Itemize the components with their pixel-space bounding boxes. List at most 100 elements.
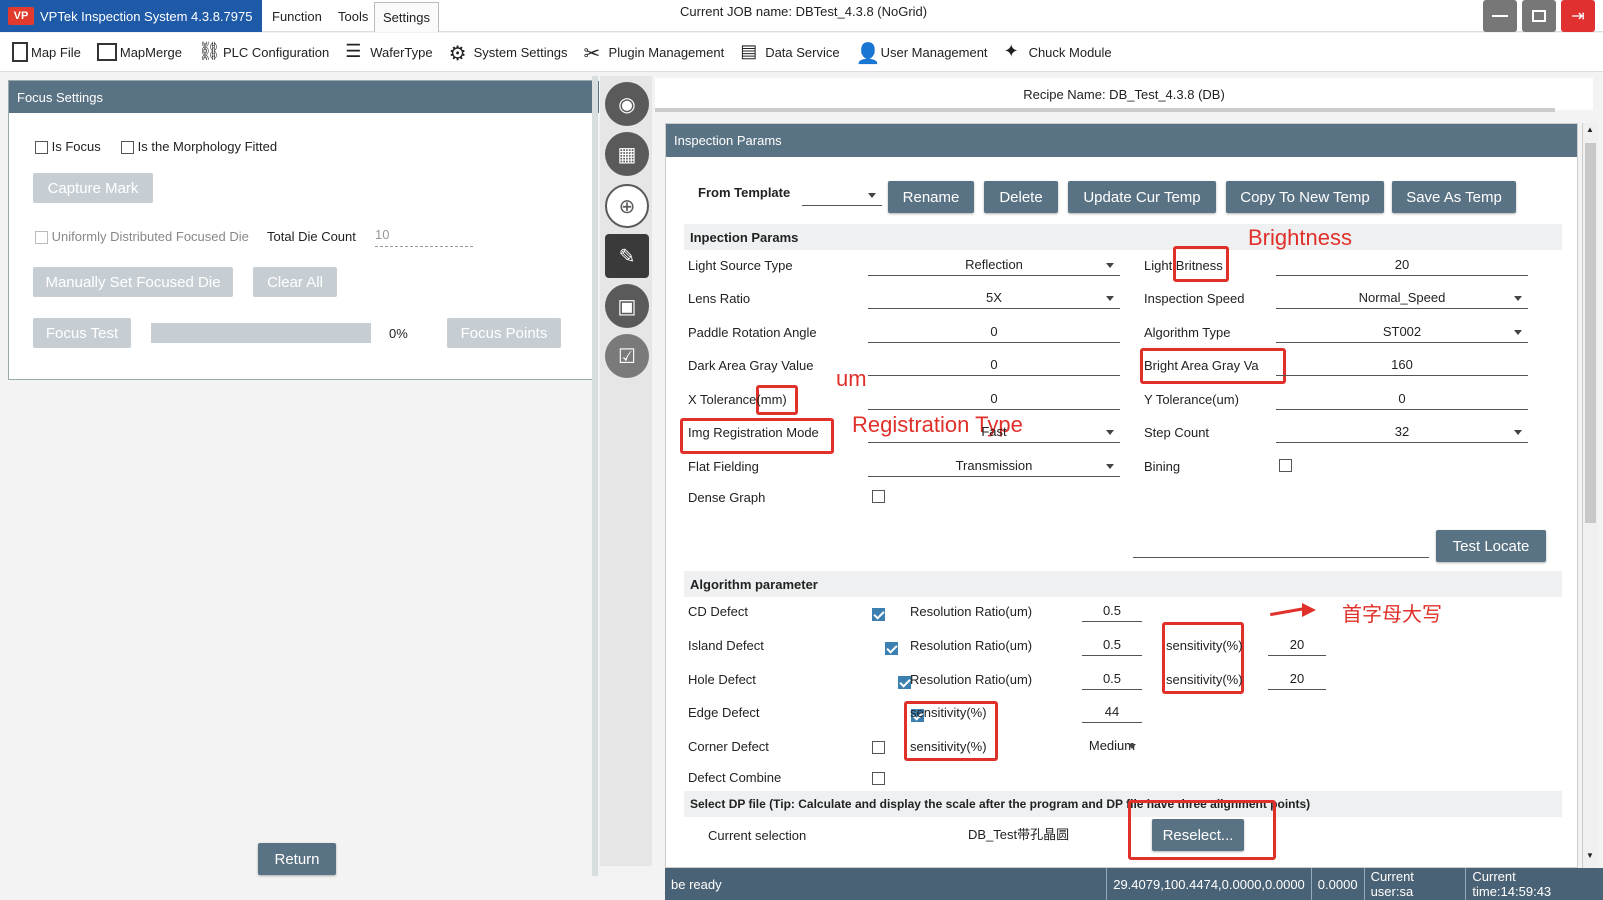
toolbar: Map File MapMerge ⛓ PLC Configuration ☰ Wa… [0,33,1603,72]
param-field-r5[interactable]: 32 [1276,421,1528,443]
menu-settings[interactable]: Settings [374,2,439,32]
recipe-divider [655,108,1555,112]
sensitivity-value-field[interactable]: 20 [1268,634,1326,656]
checklist-icon[interactable]: ☑ [605,334,649,378]
maximize-button[interactable] [1522,0,1556,32]
focus-progress-bar [151,323,371,343]
status-ready: be ready [665,868,1108,900]
capture-mark-button[interactable]: Capture Mark [33,173,153,203]
annotation-arrow-head-icon [1302,603,1323,617]
tools-icon: ✂ [583,43,601,65]
test-locate-button[interactable]: Test Locate [1436,530,1546,562]
select-dp-file-section: Select DP file (Tip: Calculate and displ… [684,791,1562,817]
param-field-4[interactable]: 0 [868,388,1120,410]
sensitivity-label: sensitivity(%) [1166,672,1243,687]
uniform-focused-die-checkbox[interactable]: Uniformly Distributed Focused Die [35,229,249,245]
algo-value-field[interactable]: 0.5 [1082,668,1142,690]
param-field-6[interactable]: Transmission [868,455,1120,477]
param-label: Step Count [1144,425,1210,440]
toolbar-system-settings[interactable]: ⚙ System Settings [448,41,568,65]
is-focus-checkbox[interactable]: Is Focus [35,139,101,155]
status-user: Current user:sa [1365,868,1467,900]
toolbar-wafertype[interactable]: ☰ WaferType [345,41,432,63]
algo-label: Edge Defect [688,705,760,720]
scroll-up-icon[interactable]: ▲ [1586,125,1594,134]
maximize-icon [1532,10,1546,22]
algo-value-field[interactable]: Medium [1082,735,1142,757]
locate-result-field[interactable] [1133,536,1429,558]
param-field-0[interactable]: Reflection [868,254,1120,276]
rename-button[interactable]: Rename [888,181,974,213]
copy-to-new-temp-button[interactable]: Copy To New Temp [1226,181,1384,213]
gear-icon: ⚙ [448,43,467,65]
algo-checkbox[interactable] [872,608,885,622]
param-field-2[interactable]: 0 [868,321,1120,343]
focus-points-button[interactable]: Focus Points [447,318,561,348]
algo-checkbox[interactable] [872,772,885,785]
param-field-r0[interactable]: 20 [1276,254,1528,276]
param-field-r2[interactable]: ST002 [1276,321,1528,343]
toolbar-chuck-module[interactable]: ✦ Chuck Module [1004,41,1112,63]
wafer-settings-icon[interactable]: ⊕ [605,184,649,228]
param-field-1[interactable]: 5X [868,287,1120,309]
morphology-fitted-checkbox[interactable]: Is the Morphology Fitted [121,139,277,155]
scroll-down-icon[interactable]: ▼ [1586,851,1594,860]
algo-value-field[interactable]: 0.5 [1082,634,1142,656]
algo-checkbox[interactable] [885,642,898,656]
template-select[interactable] [802,184,882,206]
save-as-temp-button[interactable]: Save As Temp [1392,181,1516,213]
status-coordinates: 29.4079,100.4474,0.0000,0.0000 [1107,868,1312,900]
total-die-count-input[interactable]: 10 [375,227,473,247]
dense-graph-checkbox[interactable] [872,490,885,503]
algo-param-label: Resolution Ratio(um) [910,638,1033,653]
sensitivity-value-field[interactable]: 20 [1268,668,1326,690]
image-icon[interactable]: ▣ [605,284,649,328]
data-icon: ▤ [740,41,758,61]
annotation-arrow-icon [1270,606,1306,617]
menu-tools[interactable]: Tools [330,0,376,32]
dp-file-value: DB_Test带孔晶圆 [968,827,1070,842]
toolbar-mapmerge[interactable]: MapMerge [96,43,182,61]
list-icon: ☰ [345,41,362,61]
algo-checkbox[interactable] [872,741,885,754]
param-label: Light Source Type [688,258,793,273]
param-field-3[interactable]: 0 [868,354,1120,376]
param-field-5[interactable]: Fast [868,421,1120,443]
main-scrollbar[interactable]: ▲ ▼ [1582,123,1598,868]
toolbar-user-management[interactable]: 👤 User Management [856,41,988,65]
return-button[interactable]: Return [258,843,336,875]
toolbar-plugin-management[interactable]: ✂ Plugin Management [583,41,725,65]
param-field-r1[interactable]: Normal_Speed [1276,287,1528,309]
algo-label: CD Defect [688,604,748,619]
scroll-thumb[interactable] [1585,143,1596,523]
focus-progress-text: 0% [389,326,408,341]
minimize-button[interactable] [1483,0,1517,32]
wafer-grid-icon[interactable]: ▦ [605,132,649,176]
algo-value-field[interactable]: 44 [1082,701,1142,723]
annotation-capitalize: 首字母大写 [1342,604,1442,626]
param-field-r4[interactable]: 0 [1276,388,1528,410]
chuck-icon: ✦ [1003,41,1019,61]
camera-icon[interactable]: ◉ [605,82,649,126]
status-value: 0.0000 [1312,868,1365,900]
splitter[interactable] [592,76,598,876]
toolbar-plc-configuration[interactable]: ⛓ PLC Configuration [198,41,329,63]
manually-set-focused-die-button[interactable]: Manually Set Focused Die [33,267,233,297]
sensitivity-label: sensitivity(%) [1166,638,1243,653]
exit-button[interactable]: ⇥ [1561,0,1595,32]
algo-value-field[interactable]: 0.5 [1082,600,1142,622]
toolbar-data-service[interactable]: ▤ Data Service [740,41,839,63]
clear-all-button[interactable]: Clear All [253,267,337,297]
param-field-r3[interactable]: 160 [1276,354,1528,376]
menu-function[interactable]: Function [264,0,330,32]
focus-test-button[interactable]: Focus Test [33,318,131,348]
ruler-icon[interactable]: ✎ [605,234,649,278]
delete-button[interactable]: Delete [984,181,1058,213]
app-logo: VP [8,7,34,25]
update-cur-temp-button[interactable]: Update Cur Temp [1068,181,1216,213]
bining-checkbox[interactable] [1279,459,1292,472]
toolbar-map-file[interactable]: Map File [12,42,81,62]
focus-settings-panel: Focus Settings Is Focus Is the Morpholog… [8,80,599,380]
focus-settings-header: Focus Settings [9,81,599,113]
algo-label: Corner Defect [688,739,769,754]
